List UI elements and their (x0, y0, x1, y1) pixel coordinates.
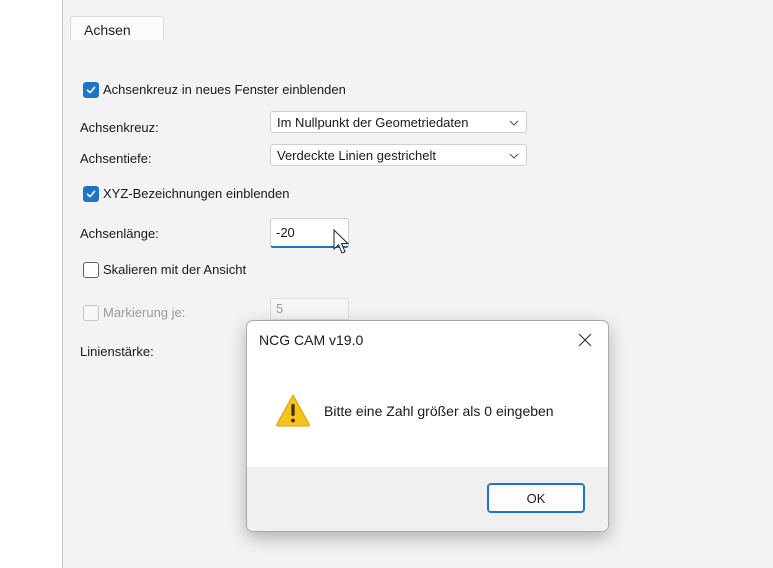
line-width-label: Linienstärke: (80, 344, 154, 359)
axis-length-value: -20 (276, 225, 295, 240)
tab-bar: Achsen (63, 12, 773, 41)
tab-achsen-label: Achsen (84, 22, 131, 38)
error-dialog: NCG CAM v19.0 Bitte eine Zahl größer als… (246, 320, 609, 532)
chevron-down-icon (509, 120, 519, 126)
dialog-close-button[interactable] (562, 321, 608, 359)
xyz-labels-checkbox[interactable] (83, 186, 99, 202)
axis-depth-select[interactable]: Verdeckte Linien gestrichelt (270, 144, 527, 166)
dialog-title: NCG CAM v19.0 (259, 332, 364, 348)
left-pane (0, 0, 63, 568)
axis-cross-value: Im Nullpunkt der Geometriedaten (277, 115, 469, 130)
marking-each-checkbox[interactable] (83, 305, 99, 321)
axis-cross-select[interactable]: Im Nullpunkt der Geometriedaten (270, 111, 527, 133)
mouse-pointer-icon (333, 229, 350, 254)
marking-each-label: Markierung je: (103, 305, 186, 320)
scale-with-view-label[interactable]: Skalieren mit der Ansicht (103, 262, 246, 277)
axis-depth-value: Verdeckte Linien gestrichelt (277, 148, 436, 163)
show-axes-new-window-label[interactable]: Achsenkreuz in neues Fenster einblenden (103, 82, 346, 97)
xyz-labels-label[interactable]: XYZ-Bezeichnungen einblenden (103, 186, 289, 201)
checkmark-icon (86, 190, 96, 198)
tab-achsen[interactable]: Achsen (70, 16, 164, 41)
ok-button-label: OK (526, 490, 546, 506)
chevron-down-icon (509, 153, 519, 159)
marking-each-value: 5 (276, 301, 284, 316)
top-strip (63, 0, 773, 12)
axis-length-label: Achsenlänge: (80, 226, 159, 241)
axis-cross-label: Achsenkreuz: (80, 120, 159, 135)
close-icon (578, 333, 592, 347)
scale-with-view-checkbox[interactable] (83, 262, 99, 278)
marking-each-input[interactable]: 5 (270, 298, 349, 320)
checkmark-icon (86, 86, 96, 94)
show-axes-new-window-checkbox[interactable] (83, 82, 99, 98)
ok-button[interactable]: OK (487, 483, 585, 513)
dialog-message: Bitte eine Zahl größer als 0 eingeben (324, 403, 554, 419)
warning-icon (276, 393, 310, 427)
axis-depth-label: Achsentiefe: (80, 151, 152, 166)
dialog-footer: OK (247, 467, 608, 531)
